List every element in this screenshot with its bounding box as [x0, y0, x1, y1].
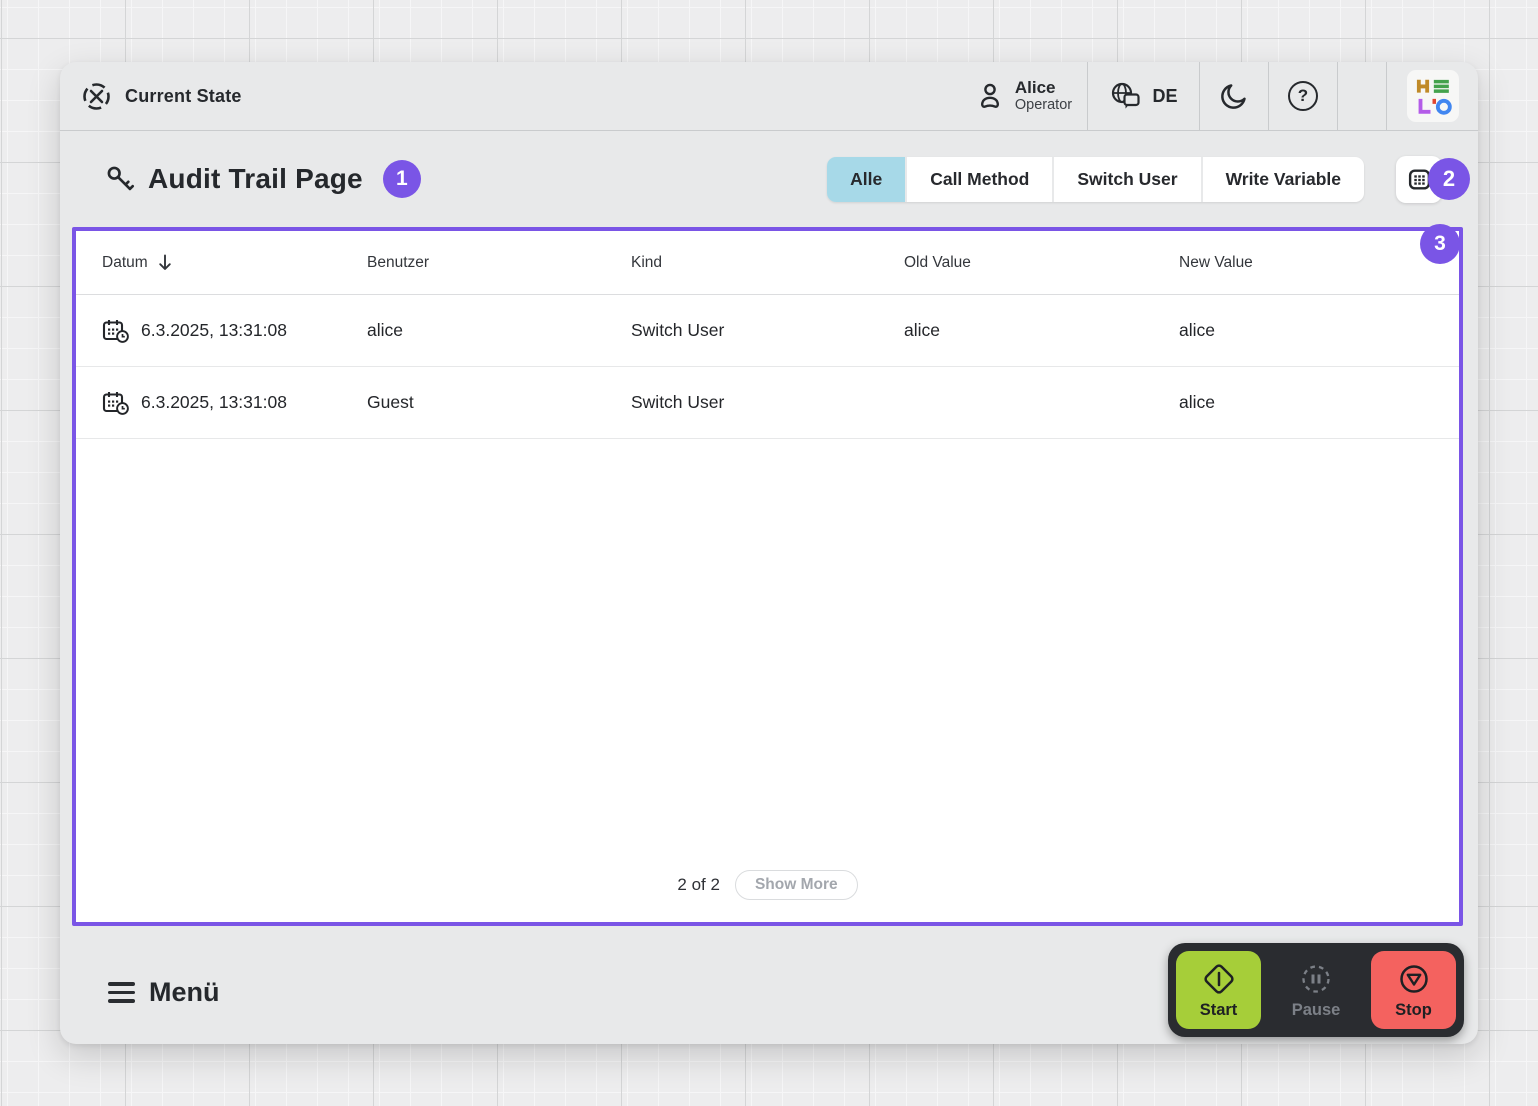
page-count: 2 of 2: [677, 875, 720, 895]
language-code: DE: [1152, 86, 1177, 107]
stop-icon: [1396, 961, 1432, 997]
filter-tab-write-variable[interactable]: Write Variable: [1203, 157, 1364, 202]
start-icon: [1201, 961, 1237, 997]
show-more-button[interactable]: Show More: [735, 870, 858, 900]
cell-datum: 6.3.2025, 13:31:08: [141, 392, 287, 413]
pagination: 2 of 2 Show More: [76, 870, 1459, 900]
filter-tabs: Alle Call Method Switch User Write Varia…: [827, 157, 1364, 202]
column-header-datum[interactable]: Datum: [102, 254, 367, 272]
calendar-clock-icon: [102, 390, 131, 416]
user-role: Operator: [1015, 97, 1072, 114]
cell-datum: 6.3.2025, 13:31:08: [141, 320, 287, 341]
stop-button[interactable]: Stop: [1371, 951, 1456, 1029]
cell-kind: Switch User: [631, 392, 904, 413]
column-header-new-value[interactable]: New Value: [1179, 254, 1433, 272]
menu-button[interactable]: Menü: [108, 977, 220, 1008]
cell-kind: Switch User: [631, 320, 904, 341]
moon-icon: [1218, 80, 1250, 112]
page-header-row: Audit Trail Page 1 Alle Call Method Swit…: [60, 131, 1478, 227]
dashed-circle-x-icon: [81, 81, 112, 112]
column-header-old-value[interactable]: Old Value: [904, 254, 1179, 272]
filter-tab-alle[interactable]: Alle: [827, 157, 905, 202]
user-menu[interactable]: Alice Operator: [960, 62, 1087, 130]
topbar-actions: Alice Operator DE: [960, 62, 1478, 130]
app-window: Current State Alice Operator: [60, 62, 1478, 1044]
key-icon: [105, 164, 135, 194]
sort-descending-icon: [158, 254, 172, 271]
hamburger-icon: [108, 982, 135, 1002]
logo-cell: [1386, 62, 1478, 130]
table-row[interactable]: 6.3.2025, 13:31:08 alice Switch User ali…: [76, 295, 1459, 367]
cell-old-value: alice: [904, 320, 1179, 341]
pause-icon: [1298, 961, 1334, 997]
cell-benutzer: alice: [367, 320, 631, 341]
helio-logo: [1407, 70, 1459, 122]
start-button[interactable]: Start: [1176, 951, 1261, 1029]
topbar-title: Current State: [125, 86, 242, 107]
page-title-group: Audit Trail Page 1: [105, 160, 827, 198]
page-title: Audit Trail Page: [148, 163, 363, 195]
cell-new-value: alice: [1179, 392, 1433, 413]
column-header-benutzer[interactable]: Benutzer: [367, 254, 631, 272]
column-header-kind[interactable]: Kind: [631, 254, 904, 272]
user-icon: [975, 80, 1005, 112]
table-header-row: Datum Benutzer Kind Old Value New Value: [76, 231, 1459, 295]
filter-tab-switch-user[interactable]: Switch User: [1054, 157, 1200, 202]
cell-benutzer: Guest: [367, 392, 631, 413]
menu-label: Menü: [149, 977, 220, 1008]
audit-table: 3 Datum Benutzer Kind Old Value New Valu…: [72, 227, 1463, 926]
cell-new-value: alice: [1179, 320, 1433, 341]
globe-chat-icon: [1109, 81, 1143, 111]
help-icon: ?: [1288, 81, 1318, 111]
help-button[interactable]: ?: [1268, 62, 1337, 130]
top-bar: Current State Alice Operator: [60, 62, 1478, 131]
annotation-badge-1: 1: [383, 160, 421, 198]
calendar-clock-icon: [102, 318, 131, 344]
current-state-group: Current State: [60, 81, 960, 112]
annotation-badge-3: 3: [1420, 224, 1460, 264]
dark-mode-toggle[interactable]: [1199, 62, 1268, 130]
run-controls: Start Pause Stop: [1168, 943, 1464, 1037]
annotation-badge-2: 2: [1428, 158, 1470, 200]
filter-tab-call-method[interactable]: Call Method: [907, 157, 1052, 202]
pause-button[interactable]: Pause: [1274, 951, 1359, 1029]
table-row[interactable]: 6.3.2025, 13:31:08 Guest Switch User ali…: [76, 367, 1459, 439]
language-selector[interactable]: DE: [1087, 62, 1199, 130]
user-name: Alice: [1015, 78, 1072, 98]
topbar-spacer: [1337, 62, 1386, 130]
